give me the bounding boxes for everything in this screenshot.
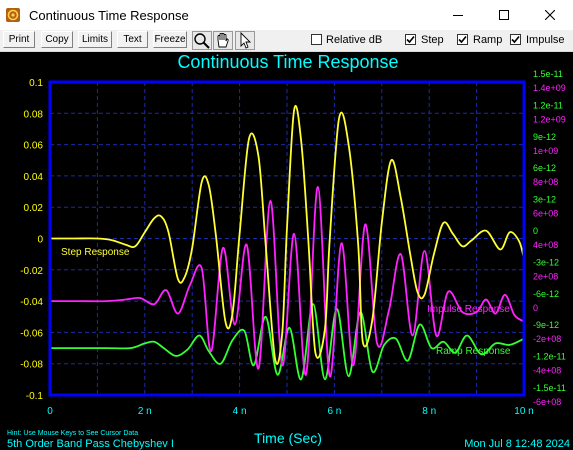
ramp-axis-tick-label: -1.5e-11	[533, 383, 566, 393]
ramp-label: Ramp	[473, 34, 503, 46]
step-checkbox[interactable]	[405, 34, 416, 45]
left-axis-tick-label: 0.1	[29, 78, 43, 89]
relative-db-label: Relative dB	[326, 34, 383, 46]
x-axis-tick-label: 2 n	[138, 406, 152, 417]
left-axis-tick-label: 0.04	[24, 172, 44, 183]
impulse-axis-tick-label: 2e+08	[533, 271, 558, 281]
x-axis-tick-label: 4 n	[233, 406, 247, 417]
ramp-axis-tick-label: 9e-12	[533, 132, 556, 142]
checkmark-icon	[511, 35, 520, 44]
window-title: Continuous Time Response	[29, 8, 189, 23]
impulse-axis-tick-label: 4e+08	[533, 240, 558, 250]
x-axis-tick-label: 10 n	[514, 406, 533, 417]
ramp-axis-tick-label: -3e-12	[533, 257, 559, 267]
checkmark-icon	[406, 35, 415, 44]
left-axis-tick-label: 0.08	[24, 109, 44, 120]
minimize-icon	[453, 15, 463, 16]
close-button[interactable]	[527, 0, 573, 30]
impulse-axis-tick-label: 0	[533, 303, 538, 313]
ramp-axis-tick-label: -1.2e-11	[533, 352, 566, 362]
x-axis-tick-label: 8 n	[422, 406, 436, 417]
copy-button[interactable]: Copy	[41, 31, 73, 48]
maximize-icon	[499, 10, 509, 20]
x-axis-tick-label: 6 n	[327, 406, 341, 417]
impulse-axis-tick-label: -4e+08	[533, 366, 561, 376]
text-button[interactable]: Text	[117, 31, 148, 48]
impulse-axis-tick-label: -6e+08	[533, 397, 561, 407]
filter-description: 5th Order Band Pass Chebyshev I	[7, 438, 174, 450]
impulse-axis-tick-label: 1e+09	[533, 146, 558, 156]
title-bar: Continuous Time Response	[0, 0, 573, 30]
left-axis-tick-label: 0.06	[24, 141, 44, 152]
left-axis-tick-label: 0.02	[24, 203, 44, 214]
checkmark-icon	[458, 35, 467, 44]
impulse-axis-tick-label: 1.2e+09	[533, 114, 566, 124]
hand-pan-icon[interactable]	[213, 31, 233, 50]
freeze-button[interactable]: Freeze	[153, 31, 187, 48]
impulse-axis-tick-label: -2e+08	[533, 334, 561, 344]
print-button[interactable]: Print	[3, 31, 35, 48]
x-axis-tick-label: 0	[47, 406, 53, 417]
impulse-label: Impulse	[526, 34, 565, 46]
app-icon	[6, 8, 20, 22]
limits-button[interactable]: Limits	[78, 31, 112, 48]
left-axis-tick-label: 0	[37, 235, 43, 246]
relative-db-checkbox[interactable]	[311, 34, 322, 45]
left-axis-tick-label: -0.02	[20, 266, 43, 277]
maximize-button[interactable]	[481, 0, 527, 30]
step-label: Step	[421, 34, 444, 46]
minimize-button[interactable]	[435, 0, 481, 30]
ramp-axis-tick-label: 0	[533, 226, 538, 236]
chart-title: Continuous Time Response	[177, 52, 398, 72]
ramp-checkbox[interactable]	[457, 34, 468, 45]
ramp-response-annotation: Ramp Response	[436, 346, 511, 357]
close-icon	[545, 10, 555, 20]
left-axis-tick-label: -0.1	[26, 391, 44, 402]
left-axis-tick-label: -0.04	[20, 297, 43, 308]
impulse-checkbox[interactable]	[510, 34, 521, 45]
impulse-response-annotation: Impulse Response	[427, 304, 510, 315]
impulse-axis-tick-label: 8e+08	[533, 177, 558, 187]
timestamp: Mon Jul 8 12:48 2024	[464, 438, 570, 450]
toolbar: Print Copy Limits Text Freeze Relative d…	[0, 30, 573, 52]
x-axis-label: Time (Sec)	[254, 430, 322, 446]
left-axis-tick-label: -0.06	[20, 328, 43, 339]
response-plot[interactable]: Continuous Time Response 0.1 0.08 0.06 0.04…	[0, 51, 573, 450]
ramp-axis-tick-label: -9e-12	[533, 320, 559, 330]
impulse-axis-tick-label: 6e+08	[533, 209, 558, 219]
left-axis-tick-label: -0.08	[20, 360, 43, 371]
zoom-icon[interactable]	[192, 31, 212, 50]
ramp-axis-tick-label: 3e-12	[533, 195, 556, 205]
step-response-annotation: Step Response	[61, 247, 130, 258]
ramp-axis-tick-label: 1.2e-11	[533, 100, 563, 110]
impulse-axis-tick-label: 1.4e+09	[533, 83, 566, 93]
ramp-axis-tick-label: 1.5e-11	[533, 69, 563, 79]
ramp-axis-tick-label: 6e-12	[533, 163, 556, 173]
hint-text: Hint: Use Mouse Keys to See Cursor Data	[7, 430, 138, 437]
ramp-axis-tick-label: -6e-12	[533, 289, 559, 299]
cursor-arrow-icon[interactable]	[235, 31, 255, 50]
